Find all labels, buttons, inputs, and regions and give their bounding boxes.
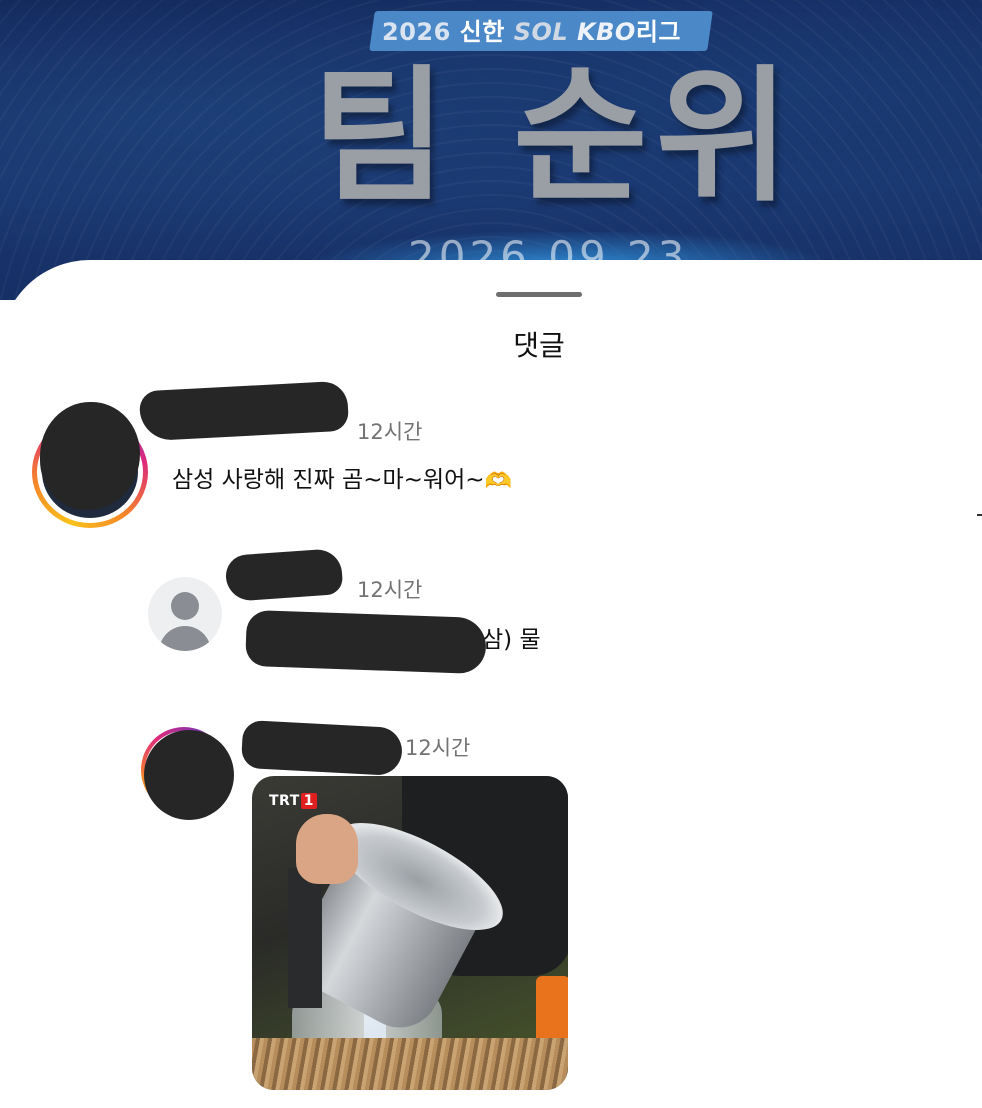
default-avatar-head [171,592,199,620]
trt-logo-text: TRT [269,793,300,809]
trt-logo-number: 1 [300,793,318,809]
comment-2-time: 12시간 [357,578,423,602]
gif-straw-ground [252,1038,568,1090]
league-year: 2026 [382,18,451,46]
sheet-title: 댓글 [513,329,565,362]
league-kbo: KBO [577,18,636,46]
default-avatar-body [159,626,211,651]
scroll-indicator [977,514,982,516]
sheet-drag-handle[interactable] [496,292,582,297]
comment-3-avatar-redaction [144,730,234,820]
heart-hands-icon: 🫶 [484,469,512,494]
league-title: 2026 신한 SOL KBO리그 [382,13,681,51]
comment-2-body-redaction [245,609,487,675]
comment-1-time: 12시간 [357,420,423,444]
league-name: 신한 [459,18,505,46]
comment-2-username-redaction [224,548,344,602]
gif-arm [288,868,322,1008]
gif-hand [296,814,358,884]
banner-title: 팀 순위 [312,52,798,222]
comment-3-username-redaction [240,719,404,777]
comment-2-body: 삼) 물 [482,627,541,653]
league-suffix: 리그 [635,18,681,46]
comment-3-gif-attachment[interactable]: TRT 1 [252,776,568,1090]
league-sol-logo: SOL [513,18,569,46]
comment-3-time: 12시간 [405,736,471,760]
post-banner-image: 2026 신한 SOL KBO리그 팀 순위 2026.09.23 [0,0,982,300]
gif-orange-object [536,976,568,1046]
trt-logo: TRT 1 [269,793,318,809]
comment-1-text: 삼성 사랑해 진짜 곰~마~워어~🫶 [172,460,512,494]
comment-2-avatar[interactable] [148,577,222,651]
comment-1-body: 삼성 사랑해 진짜 곰~마~워어~ [172,467,485,493]
